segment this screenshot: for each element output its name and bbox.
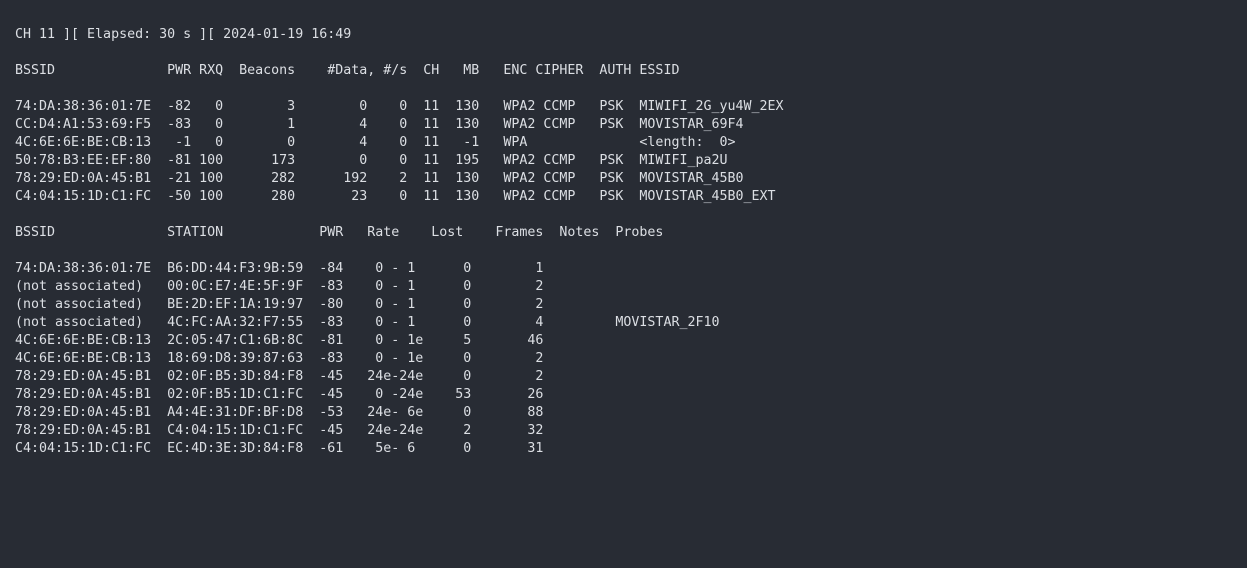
station-row: (not associated) BE:2D:EF:1A:19:97 -80 0… bbox=[15, 297, 544, 312]
ap-row: 50:78:B3:EE:EF:80 -81 100 173 0 0 11 195… bbox=[15, 153, 728, 168]
station-row: (not associated) 00:0C:E7:4E:5F:9F -83 0… bbox=[15, 279, 544, 294]
status-header: CH 11 ][ Elapsed: 30 s ][ 2024-01-19 16:… bbox=[15, 27, 352, 42]
station-row: 78:29:ED:0A:45:B1 02:0F:B5:1D:C1:FC -45 … bbox=[15, 387, 544, 402]
station-row: 78:29:ED:0A:45:B1 02:0F:B5:3D:84:F8 -45 … bbox=[15, 369, 544, 384]
station-row: C4:04:15:1D:C1:FC EC:4D:3E:3D:84:F8 -61 … bbox=[15, 441, 544, 456]
ap-row: 4C:6E:6E:BE:CB:13 -1 0 0 4 0 11 -1 WPA <… bbox=[15, 135, 736, 150]
station-table-header: BSSID STATION PWR Rate Lost Frames Notes… bbox=[15, 225, 664, 240]
station-row: 4C:6E:6E:BE:CB:13 18:69:D8:39:87:63 -83 … bbox=[15, 351, 544, 366]
ap-row: C4:04:15:1D:C1:FC -50 100 280 23 0 11 13… bbox=[15, 189, 776, 204]
ap-row: CC:D4:A1:53:69:F5 -83 0 1 4 0 11 130 WPA… bbox=[15, 117, 744, 132]
station-row: 78:29:ED:0A:45:B1 A4:4E:31:DF:BF:D8 -53 … bbox=[15, 405, 544, 420]
ap-row: 78:29:ED:0A:45:B1 -21 100 282 192 2 11 1… bbox=[15, 171, 744, 186]
ap-table-header: BSSID PWR RXQ Beacons #Data, #/s CH MB E… bbox=[15, 63, 680, 78]
station-row: 78:29:ED:0A:45:B1 C4:04:15:1D:C1:FC -45 … bbox=[15, 423, 544, 438]
station-row: 4C:6E:6E:BE:CB:13 2C:05:47:C1:6B:8C -81 … bbox=[15, 333, 544, 348]
ap-row: 74:DA:38:36:01:7E -82 0 3 0 0 11 130 WPA… bbox=[15, 99, 784, 114]
station-row: 74:DA:38:36:01:7E B6:DD:44:F3:9B:59 -84 … bbox=[15, 261, 544, 276]
terminal-window[interactable]: CH 11 ][ Elapsed: 30 s ][ 2024-01-19 16:… bbox=[0, 0, 1247, 568]
station-row: (not associated) 4C:FC:AA:32:F7:55 -83 0… bbox=[15, 315, 720, 330]
